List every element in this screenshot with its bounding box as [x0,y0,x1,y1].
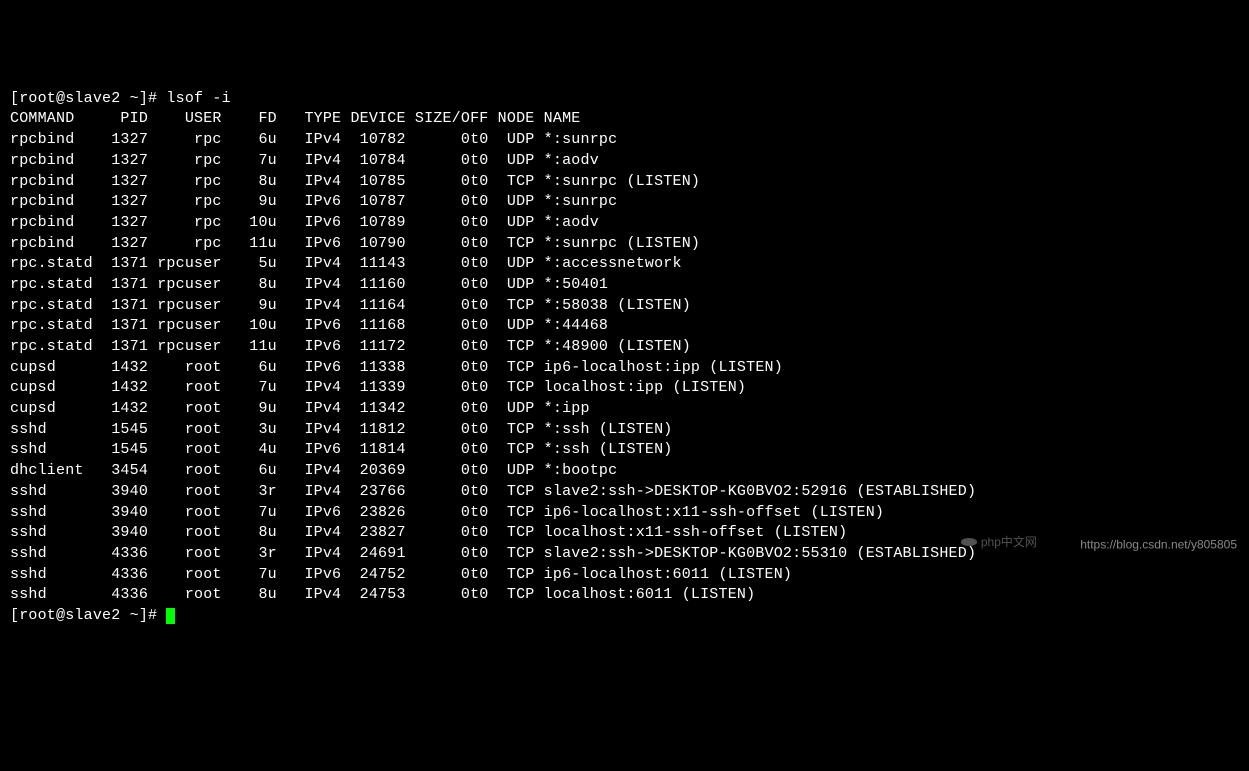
cursor-icon [166,608,175,624]
lsof-table: COMMAND PID USER FD TYPE DEVICE SIZE/OFF… [10,110,976,603]
shell-prompt[interactable]: [root@slave2 ~]# lsof -i [10,90,231,107]
shell-prompt-2[interactable]: [root@slave2 ~]# [10,607,166,624]
csdn-watermark: https://blog.csdn.net/y805805 [1080,537,1237,551]
php-watermark: php中文网 [960,534,1037,551]
watermark: php中文网 https://blog.csdn.net/y805805 [960,534,1237,553]
php-watermark-text: php中文网 [981,534,1037,551]
